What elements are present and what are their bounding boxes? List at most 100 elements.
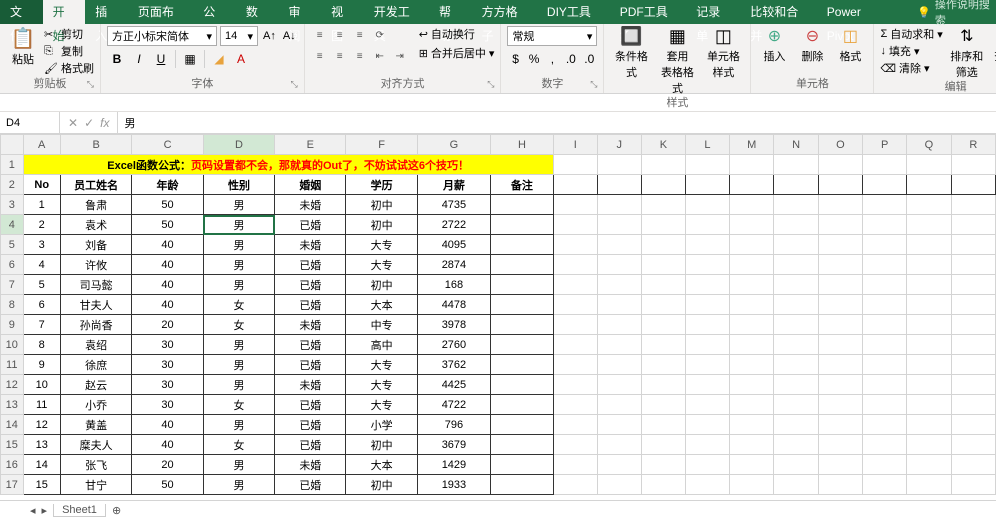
tab-ffgz[interactable]: 方方格子 bbox=[472, 0, 537, 24]
tab-review[interactable]: 审阅 bbox=[278, 0, 321, 24]
cancel-formula-button[interactable]: ✕ bbox=[68, 116, 78, 130]
cell[interactable]: 大本 bbox=[346, 295, 417, 315]
decrease-font-button[interactable]: A↓ bbox=[281, 30, 298, 42]
fx-button[interactable]: fx bbox=[100, 116, 109, 130]
table-header[interactable]: No bbox=[23, 175, 60, 195]
cell[interactable]: 初中 bbox=[346, 195, 417, 215]
row-header-11[interactable]: 11 bbox=[1, 355, 24, 375]
tab-help[interactable]: 帮助 bbox=[429, 0, 472, 24]
tab-dev[interactable]: 开发工具 bbox=[364, 0, 429, 24]
cell[interactable]: 4735 bbox=[417, 195, 490, 215]
col-header-C[interactable]: C bbox=[132, 135, 204, 155]
fill-button[interactable]: ↓填充 ▾ bbox=[880, 43, 942, 59]
col-header-R[interactable]: R bbox=[951, 135, 995, 155]
align-right-button[interactable]: ≡ bbox=[351, 47, 369, 65]
cell[interactable]: 40 bbox=[132, 275, 204, 295]
decrease-decimal-button[interactable]: .0 bbox=[581, 49, 597, 69]
cell[interactable] bbox=[491, 315, 554, 335]
row-header-16[interactable]: 16 bbox=[1, 455, 24, 475]
cell[interactable]: 2722 bbox=[417, 215, 490, 235]
cell[interactable]: 已婚 bbox=[275, 295, 346, 315]
align-middle-button[interactable]: ≡ bbox=[331, 26, 349, 44]
wrap-text-button[interactable]: ↩自动换行 bbox=[419, 26, 495, 42]
cell[interactable]: 男 bbox=[203, 195, 274, 215]
cell[interactable]: 女 bbox=[203, 395, 274, 415]
cell[interactable]: 张飞 bbox=[60, 455, 131, 475]
cell[interactable]: 30 bbox=[132, 335, 204, 355]
cell[interactable]: 6 bbox=[23, 295, 60, 315]
align-bottom-button[interactable]: ≡ bbox=[351, 26, 369, 44]
cut-button[interactable]: ✂剪切 bbox=[44, 26, 94, 42]
cell[interactable]: 40 bbox=[132, 295, 204, 315]
cell[interactable]: 未婚 bbox=[275, 195, 346, 215]
cell[interactable]: 已婚 bbox=[275, 395, 346, 415]
cell[interactable]: 50 bbox=[132, 475, 204, 495]
conditional-format-button[interactable]: 🔲条件格式 bbox=[610, 26, 652, 80]
cell[interactable] bbox=[491, 335, 554, 355]
table-header[interactable]: 性别 bbox=[203, 175, 274, 195]
sort-filter-button[interactable]: ⇅排序和筛选 bbox=[947, 26, 987, 80]
row-header-5[interactable]: 5 bbox=[1, 235, 24, 255]
col-header-J[interactable]: J bbox=[597, 135, 641, 155]
cell[interactable]: 3978 bbox=[417, 315, 490, 335]
tab-file[interactable]: 文件 bbox=[0, 0, 43, 24]
cell[interactable]: 已婚 bbox=[275, 415, 346, 435]
increase-decimal-button[interactable]: .0 bbox=[563, 49, 579, 69]
tab-compare[interactable]: 比较和合并 bbox=[740, 0, 817, 24]
col-header-P[interactable]: P bbox=[863, 135, 907, 155]
cell[interactable]: 未婚 bbox=[275, 235, 346, 255]
row-header-17[interactable]: 17 bbox=[1, 475, 24, 495]
cell[interactable] bbox=[491, 375, 554, 395]
cell[interactable]: 10 bbox=[23, 375, 60, 395]
format-cells-button[interactable]: ◫格式 bbox=[833, 26, 867, 64]
cell[interactable]: 已婚 bbox=[275, 255, 346, 275]
cell[interactable]: 男 bbox=[203, 235, 274, 255]
cell[interactable]: 40 bbox=[132, 255, 204, 275]
cell[interactable]: 1429 bbox=[417, 455, 490, 475]
col-header-I[interactable]: I bbox=[553, 135, 597, 155]
table-header[interactable]: 学历 bbox=[346, 175, 417, 195]
cell[interactable]: 40 bbox=[132, 235, 204, 255]
cell[interactable]: 4425 bbox=[417, 375, 490, 395]
cell[interactable]: 男 bbox=[203, 355, 274, 375]
cell[interactable]: 12 bbox=[23, 415, 60, 435]
cell[interactable]: 11 bbox=[23, 395, 60, 415]
cell[interactable]: 50 bbox=[132, 195, 204, 215]
format-painter-button[interactable]: 🖌格式刷 bbox=[44, 60, 94, 76]
worksheet-grid[interactable]: ABCDEFGHIJKLMNOPQR1Excel函数公式：页码设置都不会，那就真… bbox=[0, 134, 996, 500]
merge-center-button[interactable]: ⊞合并后居中 ▾ bbox=[419, 45, 495, 61]
cell[interactable] bbox=[491, 275, 554, 295]
cell[interactable]: 已婚 bbox=[275, 475, 346, 495]
cell[interactable]: 40 bbox=[132, 435, 204, 455]
cell[interactable]: 鲁肃 bbox=[60, 195, 131, 215]
currency-button[interactable]: $ bbox=[507, 49, 523, 69]
col-header-O[interactable]: O bbox=[818, 135, 862, 155]
row-header-12[interactable]: 12 bbox=[1, 375, 24, 395]
row-header-10[interactable]: 10 bbox=[1, 335, 24, 355]
cell[interactable]: 男 bbox=[203, 215, 274, 235]
col-header-Q[interactable]: Q bbox=[907, 135, 951, 155]
cell[interactable]: 未婚 bbox=[275, 315, 346, 335]
cell[interactable]: 甘夫人 bbox=[60, 295, 131, 315]
cell[interactable]: 女 bbox=[203, 315, 274, 335]
cell[interactable]: 男 bbox=[203, 255, 274, 275]
cell[interactable]: 男 bbox=[203, 475, 274, 495]
cell[interactable]: 男 bbox=[203, 275, 274, 295]
cell[interactable]: 30 bbox=[132, 395, 204, 415]
cell[interactable]: 初中 bbox=[346, 475, 417, 495]
cell[interactable]: 2874 bbox=[417, 255, 490, 275]
row-header-15[interactable]: 15 bbox=[1, 435, 24, 455]
cell[interactable]: 中专 bbox=[346, 315, 417, 335]
cell[interactable]: 男 bbox=[203, 375, 274, 395]
copy-button[interactable]: ⎘复制 bbox=[44, 43, 94, 59]
cell[interactable]: 男 bbox=[203, 455, 274, 475]
col-header-G[interactable]: G bbox=[417, 135, 490, 155]
cell[interactable]: 30 bbox=[132, 375, 204, 395]
cell[interactable]: 大专 bbox=[346, 395, 417, 415]
autosum-button[interactable]: Σ自动求和 ▾ bbox=[880, 26, 942, 42]
tab-home[interactable]: 开始 bbox=[43, 0, 86, 24]
cell[interactable]: 2760 bbox=[417, 335, 490, 355]
cell[interactable]: 4095 bbox=[417, 235, 490, 255]
font-color-button[interactable]: A bbox=[231, 49, 251, 69]
cell[interactable]: 初中 bbox=[346, 215, 417, 235]
